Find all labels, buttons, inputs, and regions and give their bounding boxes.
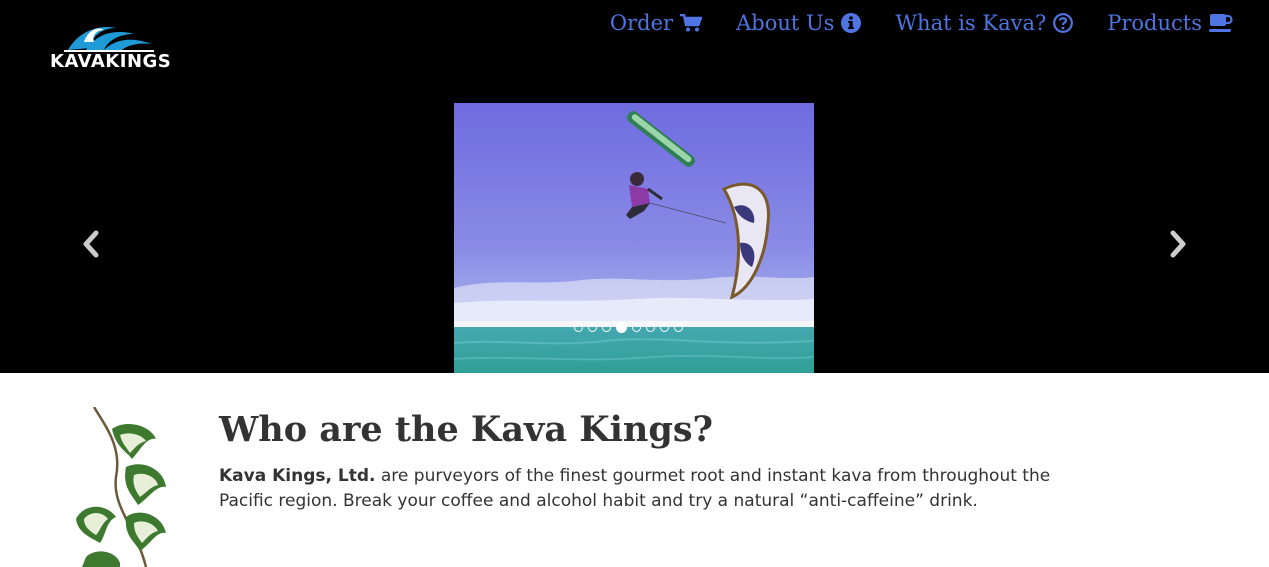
carousel-indicator-4-active[interactable]: [616, 322, 627, 333]
info-icon: [841, 13, 862, 33]
nav-order-label: Order: [609, 11, 674, 35]
hero-section: KAVAKINGS Order About Us What is Kava? P…: [0, 0, 1269, 373]
intro-section: Who are the Kava Kings? Kava Kings, Ltd.…: [0, 373, 1269, 567]
chevron-left-icon: [83, 230, 99, 258]
intro-paragraph: Kava Kings, Ltd. are purveyors of the fi…: [219, 464, 1079, 514]
carousel-indicator-3[interactable]: [602, 323, 611, 332]
company-name: Kava Kings, Ltd.: [219, 466, 376, 486]
carousel-indicators: [574, 322, 683, 333]
nav-about-us-label: About Us: [736, 11, 835, 35]
main-nav: Order About Us What is Kava? Products: [610, 11, 1233, 35]
ivy-vine-image: [76, 406, 186, 567]
carousel-indicator-1[interactable]: [574, 323, 583, 332]
question-icon: [1053, 13, 1074, 33]
carousel-indicator-8[interactable]: [674, 323, 683, 332]
nav-products[interactable]: Products: [1107, 11, 1233, 35]
wave-icon: [64, 26, 154, 52]
nav-what-is-kava[interactable]: What is Kava?: [895, 11, 1074, 35]
nav-products-label: Products: [1107, 11, 1202, 35]
cart-icon: [680, 14, 703, 32]
carousel-prev-button[interactable]: [80, 230, 104, 258]
nav-order[interactable]: Order: [609, 11, 703, 35]
carousel-indicator-5[interactable]: [632, 323, 641, 332]
coffee-cup-icon: [1209, 14, 1233, 32]
carousel-indicator-2[interactable]: [588, 323, 597, 332]
carousel-indicator-6[interactable]: [646, 323, 655, 332]
carousel-indicator-7[interactable]: [660, 323, 669, 332]
carousel-next-button[interactable]: [1165, 230, 1189, 258]
nav-about-us[interactable]: About Us: [736, 11, 862, 35]
nav-what-is-kava-label: What is Kava?: [895, 11, 1047, 35]
kavakings-logo[interactable]: KAVAKINGS: [48, 20, 172, 78]
page-title: Who are the Kava Kings?: [219, 409, 714, 450]
logo-text: KAVAKINGS: [50, 51, 172, 72]
chevron-right-icon: [1170, 230, 1186, 258]
